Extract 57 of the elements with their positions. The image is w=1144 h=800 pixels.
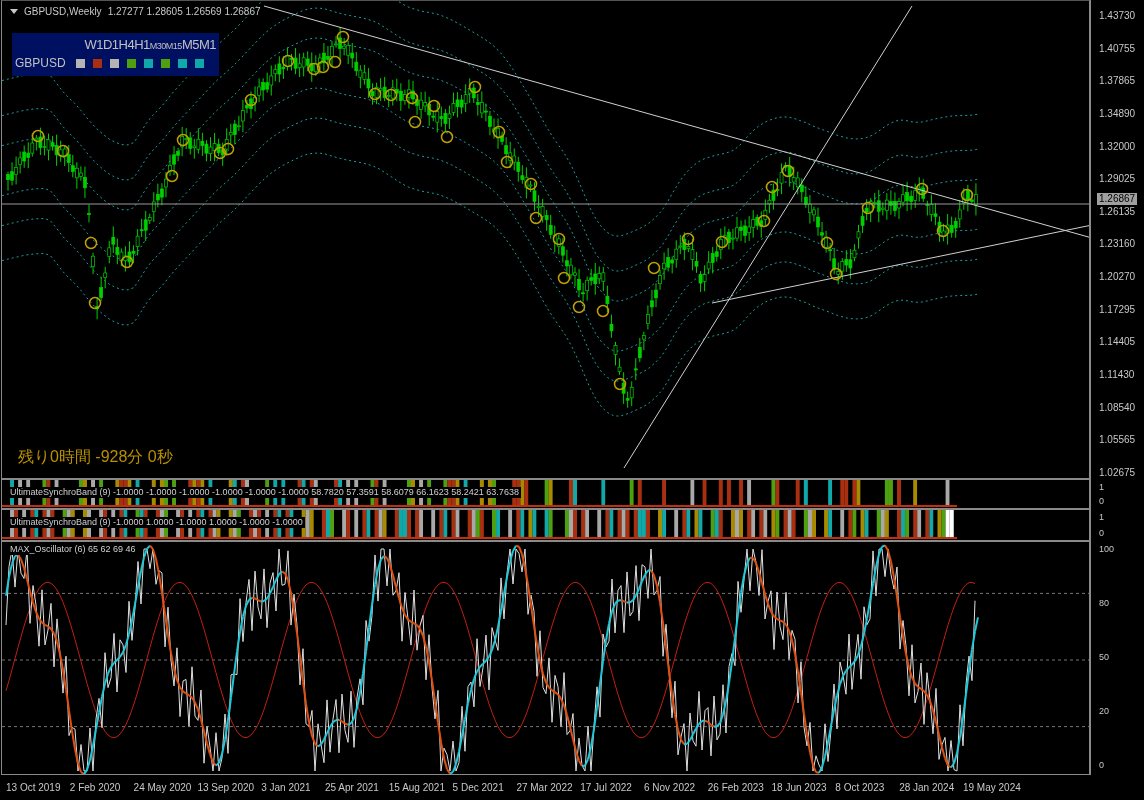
axis-label: 0 <box>1099 495 1105 507</box>
axis-label: 80 <box>1099 597 1110 609</box>
price-label: 1.14405 <box>1099 336 1137 349</box>
price-label: 1.40755 <box>1099 42 1137 55</box>
date-label: 17 Jul 2022 <box>580 782 633 793</box>
date-label: 13 Oct 2019 <box>6 782 62 793</box>
price-label: 1.23160 <box>1099 238 1137 251</box>
timeframe-label: M5 <box>181 37 199 52</box>
date-label: 3 Jan 2021 <box>261 782 312 793</box>
date-label: 6 Nov 2022 <box>643 782 697 793</box>
price-label: 1.29025 <box>1099 173 1137 186</box>
timeframe-label: M1 <box>198 37 216 52</box>
current-price-label: 1.26867 <box>1097 193 1138 205</box>
timeframe-label: M15 <box>165 41 182 51</box>
date-label: 28 Jan 2024 <box>899 782 956 793</box>
price-label: 1.17295 <box>1099 303 1137 316</box>
timeframe-label: W1 <box>84 37 103 52</box>
date-label: 13 Sep 2020 <box>197 782 256 793</box>
date-label: 5 Dec 2021 <box>452 782 505 793</box>
oscillator-label: MAX_Oscillator (6) 65 62 69 46 <box>8 544 138 555</box>
price-label: 1.02675 <box>1099 466 1137 479</box>
axis-label: 50 <box>1099 651 1110 663</box>
price-label: 1.43730 <box>1099 10 1137 22</box>
timeframe-label: M30 <box>149 41 166 51</box>
price-label: 1.05565 <box>1099 434 1137 447</box>
price-label: 1.20270 <box>1099 271 1137 284</box>
date-label: 19 May 2024 <box>962 782 1022 793</box>
timeframe-label: H1 <box>134 37 150 52</box>
price-label: 1.32000 <box>1099 140 1137 153</box>
countdown-text: 残り0時間 -928分 0秒 <box>18 447 173 467</box>
indicator-label: UltimateSynchroBand (9) -1.0000 -1.0000 -1.0000 -1.0000 -1.0000 -1.0000 58.7820 57.3591 58.6079 66.1623 58.2421 63.7638 <box>8 487 521 498</box>
price-label: 1.26135 <box>1099 205 1137 218</box>
timeframe-label: D1 <box>102 37 119 52</box>
price-label: 1.11430 <box>1099 369 1136 382</box>
price-label: 1.34890 <box>1099 107 1137 120</box>
date-label: 8 Oct 2023 <box>835 782 886 793</box>
date-label: 2 Feb 2020 <box>69 782 122 793</box>
dropdown-triangle-icon <box>10 9 18 14</box>
ohlc-values: 1.27277 1.28605 1.26569 1.26867 <box>107 6 261 17</box>
axis-label: 0 <box>1099 759 1105 771</box>
date-label: 26 Feb 2023 <box>707 782 765 793</box>
date-label: 27 Mar 2022 <box>516 782 574 793</box>
price-label: 1.37865 <box>1099 75 1137 88</box>
axis-label: 1 <box>1099 481 1105 493</box>
axis-label: 100 <box>1099 543 1116 555</box>
date-label: 15 Aug 2021 <box>388 782 446 793</box>
date-label: 18 Jun 2023 <box>771 782 828 793</box>
date-label: 25 Apr 2021 <box>325 782 380 793</box>
axis-label: 0 <box>1099 527 1105 539</box>
symbol-label: GBPUSD <box>15 56 66 70</box>
date-label: 24 May 2020 <box>133 782 193 793</box>
indicator-label: UltimateSynchroBand (9) -1.0000 1.0000 -1.0000 1.0000 -1.0000 -1.0000 <box>8 517 305 528</box>
axis-label: 20 <box>1099 705 1110 717</box>
axis-label: 1 <box>1099 511 1105 523</box>
price-label: 1.08540 <box>1099 401 1137 414</box>
timeframe-label: H4 <box>118 37 135 52</box>
chart-title: GBPUSD,Weekly <box>24 6 102 17</box>
